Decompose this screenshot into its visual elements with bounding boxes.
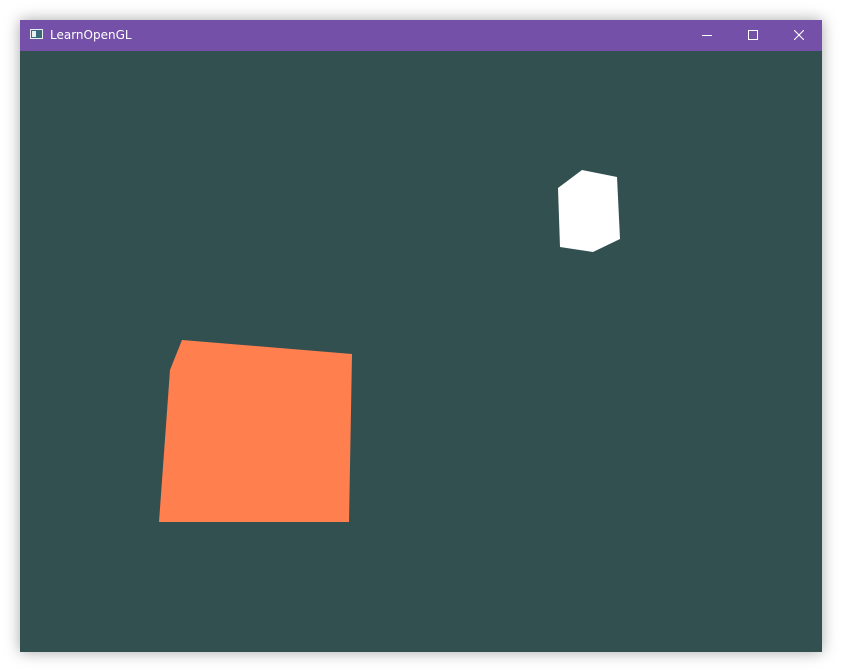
light-cube [558, 170, 620, 252]
maximize-icon [748, 30, 758, 40]
gl-viewport[interactable] [20, 51, 822, 652]
minimize-button[interactable] [684, 20, 730, 51]
title-bar[interactable]: LearnOpenGL [20, 20, 822, 51]
object-cube [159, 340, 352, 522]
minimize-icon [702, 35, 712, 36]
close-button[interactable] [776, 20, 822, 51]
maximize-button[interactable] [730, 20, 776, 51]
window-title: LearnOpenGL [50, 28, 132, 42]
scene-canvas [159, 170, 620, 522]
app-window-icon[interactable] [30, 29, 43, 39]
app-window: LearnOpenGL [20, 20, 822, 652]
close-icon [794, 30, 804, 40]
